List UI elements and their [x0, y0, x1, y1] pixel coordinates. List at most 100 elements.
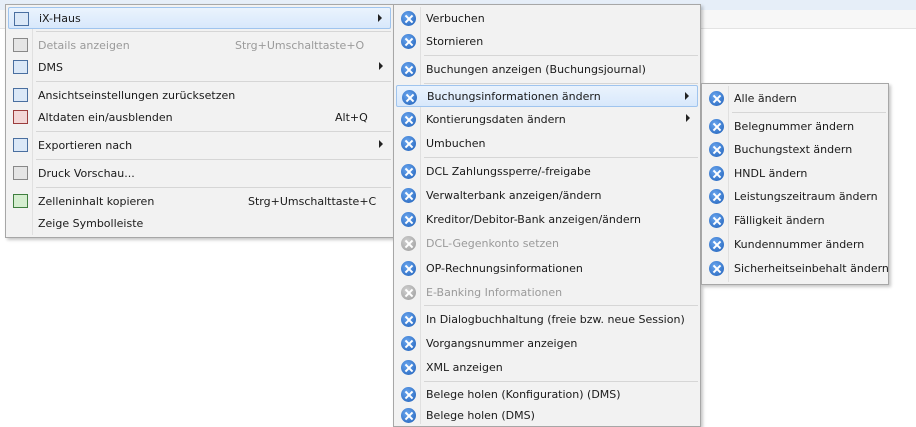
menu-item-label: Zeige Symbolleiste	[38, 216, 144, 230]
menu-item-ix-haus[interactable]: iX-Haus	[8, 7, 391, 29]
ixhaus-logo-icon	[400, 187, 416, 203]
menu-item-label: Alle ändern	[734, 91, 797, 105]
menu-item-stornieren[interactable]: Stornieren	[396, 30, 698, 52]
menu-item-label: DMS	[38, 60, 63, 74]
menu-item-shortcut: Alt+Q	[335, 110, 368, 124]
menu-item-label: Altdaten ein/ausblenden	[38, 110, 173, 124]
menu-item-buchungen-anzeigen[interactable]: Buchungen anzeigen (Buchungsjournal)	[396, 58, 698, 80]
menu-item-belegnummer-aendern[interactable]: Belegnummer ändern	[704, 115, 886, 137]
menu-item-label: Umbuchen	[426, 136, 486, 150]
menu-item-exportieren[interactable]: Exportieren nach	[8, 134, 391, 156]
menu-item-alle-aendern[interactable]: Alle ändern	[704, 87, 886, 109]
details-icon	[12, 37, 28, 53]
menu-item-sicherheitseinbehalt-aendern[interactable]: Sicherheitseinbehalt ändern	[704, 257, 889, 279]
menu-separator	[424, 381, 698, 382]
menu-item-buchungstext-aendern[interactable]: Buchungstext ändern	[704, 138, 886, 160]
ixhaus-logo-icon	[400, 10, 416, 26]
menu-item-op-rechnungsinformationen[interactable]: OP-Rechnungsinformationen	[396, 257, 698, 279]
menu-item-label: DCL Zahlungssperre/-freigabe	[426, 164, 591, 178]
menu-item-label: Verwalterbank anzeigen/ändern	[426, 188, 602, 202]
ixhaus-logo-icon	[400, 211, 416, 227]
ixhaus-icon	[13, 11, 29, 27]
menu-item-verbuchen[interactable]: Verbuchen	[396, 7, 698, 29]
ixhaus-logo-icon	[708, 236, 724, 252]
menu-item-label: Fälligkeit ändern	[734, 213, 825, 227]
menu-separator	[36, 187, 391, 188]
menu-item-details-anzeigen[interactable]: Details anzeigen Strg+Umschalttaste+O	[8, 34, 391, 56]
menu-separator	[424, 305, 698, 306]
ixhaus-logo-icon	[401, 89, 417, 105]
menu-item-dcl-zahlungssperre[interactable]: DCL Zahlungssperre/-freigabe	[396, 160, 698, 182]
menu-item-umbuchen[interactable]: Umbuchen	[396, 132, 698, 154]
menu-item-label: Zelleninhalt kopieren	[38, 194, 155, 208]
menu-item-kundennummer-aendern[interactable]: Kundennummer ändern	[704, 233, 886, 255]
menu-item-label: HNDL ändern	[734, 166, 808, 180]
menu-separator	[36, 31, 391, 32]
menu-item-label: Buchungen anzeigen (Buchungsjournal)	[426, 62, 646, 76]
copy-cell-icon	[12, 193, 28, 209]
menu-item-label: XML anzeigen	[426, 360, 503, 374]
submenu-arrow-icon	[685, 92, 689, 100]
menu-item-faelligkeit-aendern[interactable]: Fälligkeit ändern	[704, 209, 886, 231]
submenu-arrow-icon	[379, 140, 383, 148]
menu-item-label: Stornieren	[426, 34, 484, 48]
menu-item-shortcut: Strg+Umschalttaste+C	[248, 194, 377, 208]
menu-item-ansichtseinstellungen[interactable]: Ansichtseinstellungen zurücksetzen	[8, 84, 391, 106]
ixhaus-logo-icon	[400, 359, 416, 375]
menu-item-label: iX-Haus	[39, 11, 81, 25]
menu-item-buchungsinformationen-aendern[interactable]: Buchungsinformationen ändern	[396, 85, 698, 107]
menu-separator	[36, 81, 391, 82]
menu-item-druck-vorschau[interactable]: Druck Vorschau...	[8, 162, 391, 184]
ixhaus-logo-icon	[400, 163, 416, 179]
menu-item-label: Leistungszeitraum ändern	[734, 189, 878, 203]
menu-item-label: Druck Vorschau...	[38, 166, 135, 180]
ixhaus-logo-icon	[400, 407, 416, 423]
menu-item-belege-holen-konfiguration[interactable]: Belege holen (Konfiguration) (DMS)	[396, 383, 698, 405]
menu-item-label: Details anzeigen	[38, 38, 130, 52]
ixhaus-logo-icon	[400, 284, 416, 300]
ixhaus-logo-icon	[400, 386, 416, 402]
menu-item-label: Sicherheitseinbehalt ändern	[734, 261, 889, 275]
menu-separator	[424, 55, 698, 56]
context-menu: iX-Haus Details anzeigen Strg+Umschaltta…	[5, 4, 394, 238]
export-icon	[12, 137, 28, 153]
menu-item-dms[interactable]: DMS	[8, 56, 391, 78]
ixhaus-logo-icon	[708, 260, 724, 276]
menu-item-belege-holen[interactable]: Belege holen (DMS)	[396, 404, 698, 426]
menu-item-label: Kontierungsdaten ändern	[426, 112, 566, 126]
menu-item-verwalterbank[interactable]: Verwalterbank anzeigen/ändern	[396, 184, 698, 206]
menu-item-label: Buchungsinformationen ändern	[427, 89, 601, 103]
ixhaus-logo-icon	[400, 260, 416, 276]
menu-item-label: Belegnummer ändern	[734, 119, 855, 133]
reset-view-icon	[12, 87, 28, 103]
menu-item-label: Belege holen (Konfiguration) (DMS)	[426, 387, 621, 401]
menu-item-dcl-gegenkonto[interactable]: DCL-Gegenkonto setzen	[396, 232, 698, 254]
ixhaus-logo-icon	[400, 135, 416, 151]
buchungsinformationen-submenu: Alle ändern Belegnummer ändern Buchungst…	[701, 83, 889, 285]
menu-item-label: Vorgangsnummer anzeigen	[426, 336, 578, 350]
menu-item-label: OP-Rechnungsinformationen	[426, 261, 583, 275]
menu-item-vorgangsnummer[interactable]: Vorgangsnummer anzeigen	[396, 332, 698, 354]
menu-separator	[424, 83, 698, 84]
altdaten-icon	[12, 109, 28, 125]
menu-item-xml-anzeigen[interactable]: XML anzeigen	[396, 356, 698, 378]
ixhaus-logo-icon	[708, 118, 724, 134]
menu-item-zelleninhalt-kopieren[interactable]: Zelleninhalt kopieren Strg+Umschalttaste…	[8, 190, 391, 212]
menu-item-altdaten[interactable]: Altdaten ein/ausblenden Alt+Q	[8, 106, 391, 128]
menu-item-label: Belege holen (DMS)	[426, 408, 535, 422]
menu-item-kreditor-debitor-bank[interactable]: Kreditor/Debitor-Bank anzeigen/ändern	[396, 208, 698, 230]
menu-item-e-banking-informationen[interactable]: E-Banking Informationen	[396, 281, 698, 303]
menu-item-hndl-aendern[interactable]: HNDL ändern	[704, 162, 886, 184]
menu-item-leistungszeitraum-aendern[interactable]: Leistungszeitraum ändern	[704, 185, 886, 207]
menu-separator	[424, 157, 698, 158]
ixhaus-logo-icon	[400, 111, 416, 127]
ixhaus-logo-icon	[708, 165, 724, 181]
menu-item-dialogbuchhaltung[interactable]: In Dialogbuchhaltung (freie bzw. neue Se…	[396, 308, 698, 330]
menu-item-kontierungsdaten-aendern[interactable]: Kontierungsdaten ändern	[396, 108, 698, 130]
print-preview-icon	[12, 165, 28, 181]
menu-item-zeige-symbolleiste[interactable]: Zeige Symbolleiste	[8, 212, 391, 234]
menu-separator	[732, 112, 886, 113]
menu-item-label: Kundennummer ändern	[734, 237, 865, 251]
menu-item-label: Exportieren nach	[38, 138, 133, 152]
menu-item-label: Buchungstext ändern	[734, 142, 853, 156]
